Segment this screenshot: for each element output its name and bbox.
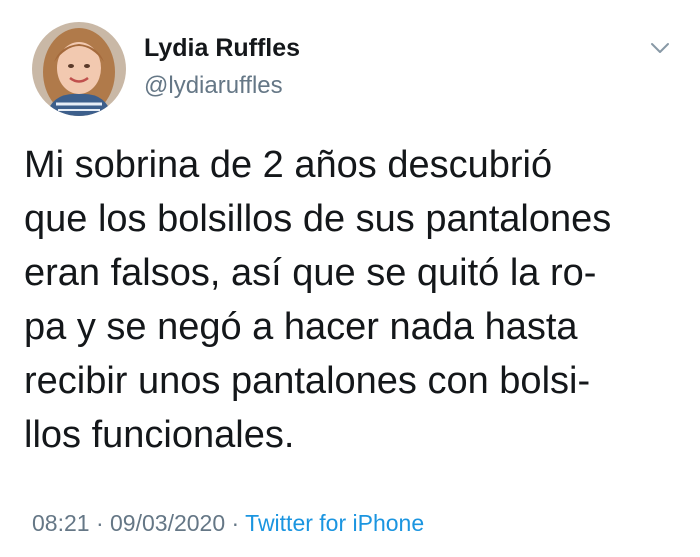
tweet-text-line: que los bolsillos de sus pantalones: [24, 198, 612, 240]
avatar[interactable]: [32, 22, 126, 116]
meta-separator: ·: [225, 510, 246, 536]
chevron-down-icon[interactable]: [648, 38, 672, 58]
tweet-text-line: pa y se negó a hacer nada hasta: [24, 306, 578, 348]
author-handle[interactable]: @lydiaruffles: [144, 72, 283, 100]
tweet-date[interactable]: 09/03/2020: [110, 510, 225, 536]
tweet-text: Mi sobrina de 2 años descubrió que los b…: [24, 138, 692, 462]
tweet-text-line: llos funcionales.: [24, 414, 295, 456]
meta-separator: ·: [89, 510, 111, 536]
tweet-text-line: Mi sobrina de 2 años descubrió: [24, 144, 553, 186]
tweet-text-line: eran falsos, así que se quitó la ro-: [24, 252, 597, 294]
tweet-meta: 08:21 · 09/03/2020 · Twitter for iPhone: [32, 510, 424, 537]
avatar-image: [32, 22, 126, 116]
tweet-card: Lydia Ruffles @lydiaruffles Mi sobrina d…: [0, 0, 700, 557]
author-name[interactable]: Lydia Ruffles: [144, 34, 300, 63]
tweet-time[interactable]: 08:21: [32, 510, 90, 536]
tweet-source-link[interactable]: Twitter for iPhone: [245, 510, 424, 536]
tweet-text-line: recibir unos pantalones con bolsi-: [24, 360, 591, 402]
